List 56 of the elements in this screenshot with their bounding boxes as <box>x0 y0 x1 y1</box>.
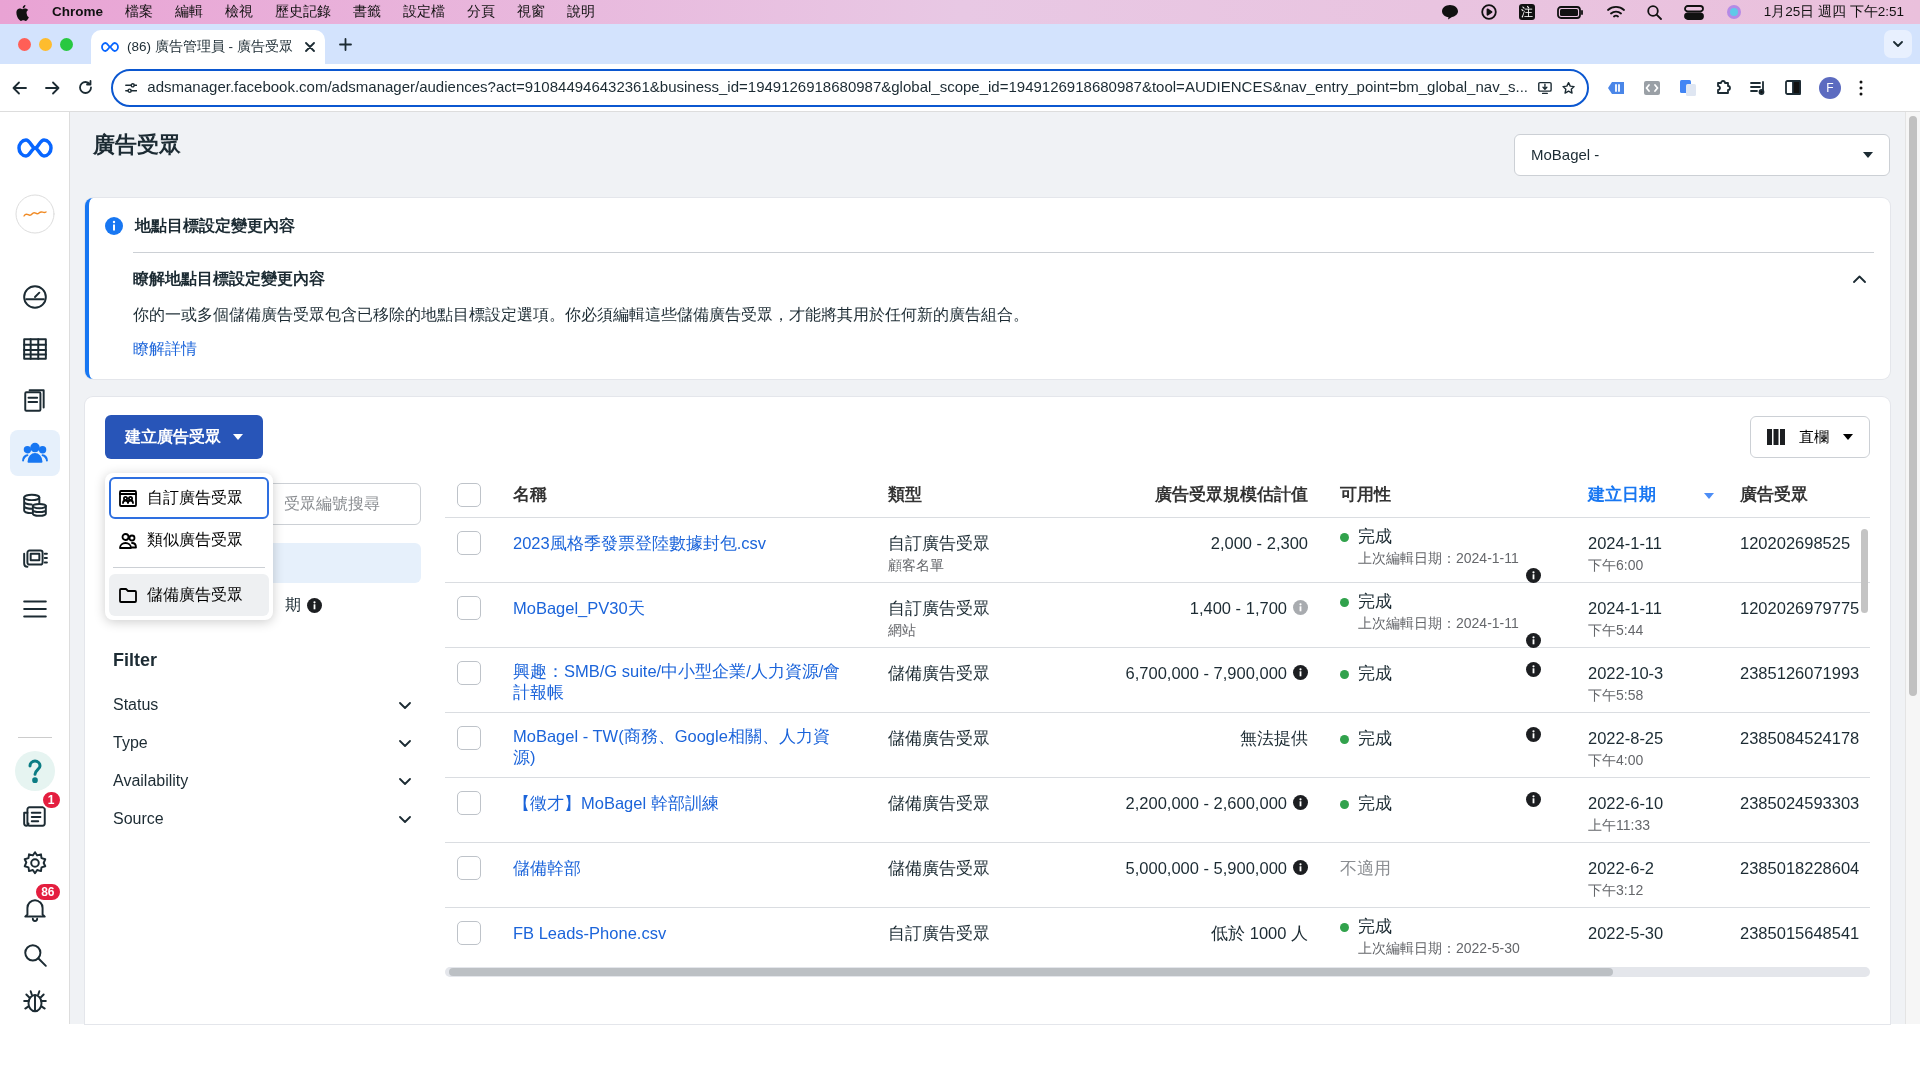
notice-text: 你的一或多個儲備廣告受眾包含已移除的地點目標設定選項。你必須編輯這些儲備廣告受眾，才能將其用於任何新的廣告組合。 <box>133 305 1030 325</box>
audience-type: 儲備廣告受眾 <box>888 859 990 877</box>
audience-type: 儲備廣告受眾 <box>888 664 990 682</box>
notice-subtitle: 瞭解地點目標設定變更內容 <box>133 269 325 289</box>
account-name: MoBagel - <box>1531 144 1600 165</box>
notification-count: 1 <box>40 790 62 810</box>
notification-count: 86 <box>34 882 62 902</box>
audience-type: 自訂廣告受眾 <box>888 534 990 552</box>
audience-type: 儲備廣告受眾 <box>888 794 990 812</box>
last-edited-date: 上次編輯日期：2024-1-11 <box>1358 613 1520 633</box>
created-date: 2022-10-3 <box>1588 664 1664 682</box>
audience-id: 1202026979775 <box>1740 599 1860 617</box>
created-date: 2022-6-10 <box>1588 794 1664 812</box>
audience-size: 5,000,000 - 5,900,000 <box>1125 859 1287 877</box>
audience-id: 120202698525 <box>1740 534 1851 552</box>
availability-status: 不適用 <box>1340 859 1391 877</box>
audience-id: 2385018228604 <box>1740 859 1860 877</box>
audience-type: 自訂廣告受眾 <box>888 924 990 942</box>
page-title: 廣告受眾 <box>93 131 181 159</box>
tab-title: (86) 廣告管理員 - 廣告受眾 <box>127 37 294 56</box>
created-time: 下午4:00 <box>1588 750 1645 770</box>
audience-size: 1,400 - 1,700 <box>1189 599 1287 617</box>
availability-status: 完成 <box>1358 917 1392 935</box>
audience-id: 2385015648541 <box>1740 924 1860 942</box>
audience-size: 2,200,000 - 2,600,000 <box>1125 794 1287 812</box>
created-date: 2022-6-2 <box>1588 859 1655 877</box>
created-date: 2024-1-11 <box>1588 534 1662 552</box>
created-time: 上午11:33 <box>1588 815 1651 835</box>
created-date: 2022-8-25 <box>1588 729 1664 747</box>
audience-type: 自訂廣告受眾 <box>888 599 990 617</box>
created-time: 下午3:12 <box>1588 880 1645 900</box>
last-edited-date: 上次編輯日期：2022-5-30 <box>1358 938 1521 958</box>
filter-heading: Filter <box>113 649 158 672</box>
audience-source: 網站 <box>888 620 917 640</box>
created-time: 下午5:58 <box>1588 685 1645 705</box>
last-edited-date: 上次編輯日期：2024-1-11 <box>1358 548 1520 568</box>
audience-type: 儲備廣告受眾 <box>888 729 990 747</box>
audience-source: 顧客名單 <box>888 555 945 575</box>
url-text: adsmanager.facebook.com/adsmanager/audiences?act=910844946432361&business_id=1949126918680987&global_scope_id=1949126918680987&tool=AUDIENCES&nav_entry_point=bm_global_nav_s... <box>147 77 1528 98</box>
audience-size: 低於 1000 人 <box>1211 924 1308 942</box>
created-time: 下午6:00 <box>1588 555 1645 575</box>
created-date: 2022-5-30 <box>1588 924 1664 942</box>
availability-status: 完成 <box>1358 794 1392 812</box>
availability-status: 完成 <box>1358 664 1392 682</box>
audience-size: 2,000 - 2,300 <box>1210 534 1308 552</box>
availability-status: 完成 <box>1358 729 1392 747</box>
created-date: 2024-1-11 <box>1588 599 1662 617</box>
audience-id: 2385126071993 <box>1740 664 1860 682</box>
audience-id: 2385084524178 <box>1740 729 1860 747</box>
audience-id: 2385024593303 <box>1740 794 1860 812</box>
created-time: 下午5:44 <box>1588 620 1645 640</box>
audience-size: 6,700,000 - 7,900,000 <box>1125 664 1287 682</box>
notice-title: 地點目標設定變更內容 <box>135 216 295 236</box>
audience-size: 無法提供 <box>1240 729 1308 747</box>
availability-status: 完成 <box>1358 527 1392 545</box>
availability-status: 完成 <box>1358 592 1392 610</box>
